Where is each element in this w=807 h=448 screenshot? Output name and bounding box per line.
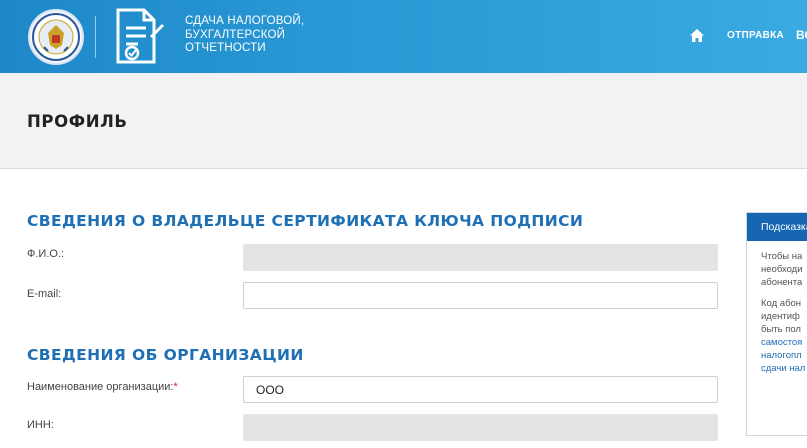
- nav-link-truncated[interactable]: ВО: [796, 28, 807, 42]
- inn-label: ИНН:: [27, 419, 54, 431]
- tax-report-document-icon: [110, 6, 166, 66]
- hint-link-line[interactable]: самостоя: [761, 336, 807, 349]
- org-section-title: СВЕДЕНИЯ ОБ ОРГАНИЗАЦИИ: [27, 346, 304, 364]
- hint-panel: Подсказка Чтобы на необходи абонента Код…: [746, 212, 807, 436]
- hint-line: идентиф: [761, 311, 800, 322]
- org-name-field[interactable]: ООО: [243, 376, 718, 403]
- service-title-line: БУХГАЛТЕРСКОЙ: [185, 28, 286, 41]
- hint-body: Чтобы на необходи абонента Код абон иден…: [747, 241, 807, 375]
- hint-line: Код абон: [761, 298, 802, 309]
- org-name-label: Наименование организации:*: [27, 381, 178, 393]
- hint-line: абонента: [761, 277, 803, 288]
- service-title-line: ОТЧЕТНОСТИ: [185, 42, 266, 54]
- service-title-line: СДАЧА НАЛОГОВОЙ,: [185, 15, 305, 27]
- hint-line: необходи: [761, 264, 803, 275]
- fns-emblem-logo[interactable]: [28, 9, 84, 65]
- hint-link-line[interactable]: сдачи нал: [761, 362, 807, 375]
- org-name-label-text: Наименование организации:: [27, 381, 174, 393]
- hint-title: Подсказка: [747, 213, 807, 241]
- home-icon[interactable]: [689, 28, 705, 43]
- email-field[interactable]: [243, 282, 718, 309]
- hint-link-line[interactable]: налогопл: [761, 349, 807, 362]
- hint-paragraph: Код абон идентиф быть пол самостоя налог…: [761, 297, 807, 375]
- fio-label: Ф.И.О.:: [27, 248, 65, 260]
- site-header: СДАЧА НАЛОГОВОЙ, БУХГАЛТЕРСКОЙ ОТЧЕТНОСТ…: [0, 0, 807, 73]
- hint-line: быть пол: [761, 324, 801, 335]
- page-title-band: ПРОФИЛЬ: [0, 73, 807, 169]
- fio-field: [243, 244, 718, 271]
- page-title: ПРОФИЛЬ: [27, 112, 128, 131]
- email-label: E-mail:: [27, 288, 62, 300]
- header-divider: [95, 16, 96, 58]
- hint-paragraph: Чтобы на необходи абонента: [761, 250, 807, 289]
- owner-section-title: СВЕДЕНИЯ О ВЛАДЕЛЬЦЕ СЕРТИФИКАТА КЛЮЧА П…: [27, 212, 584, 230]
- inn-field: [243, 414, 718, 441]
- service-title: СДАЧА НАЛОГОВОЙ, БУХГАЛТЕРСКОЙ ОТЧЕТНОСТ…: [185, 15, 325, 56]
- nav-link-send[interactable]: ОТПРАВКА: [727, 30, 784, 41]
- hint-line: Чтобы на: [761, 251, 803, 262]
- required-mark: *: [173, 381, 178, 393]
